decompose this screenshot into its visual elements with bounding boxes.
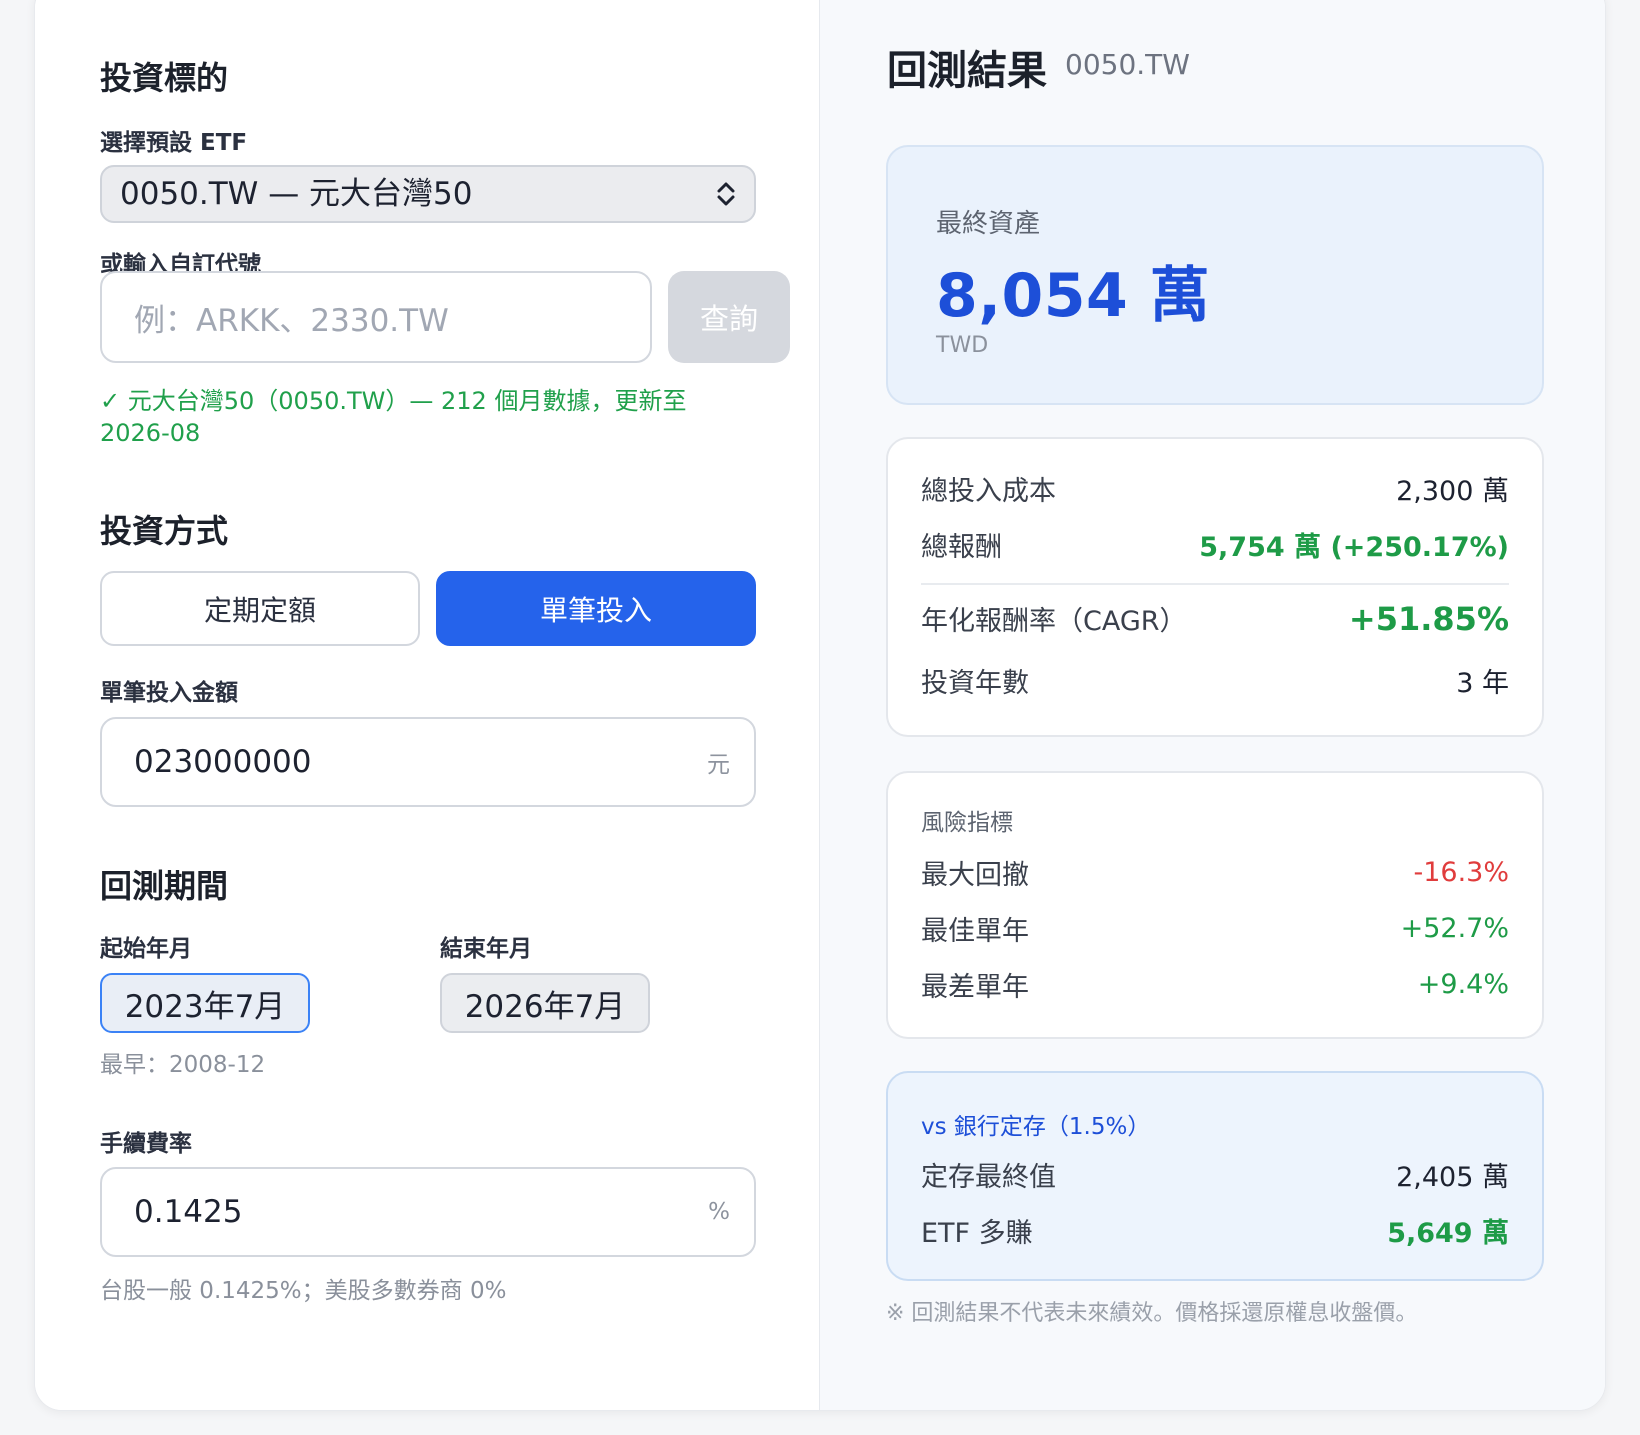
bank-final-label: 定存最終值 <box>921 1162 1056 1193</box>
years-value: 3 年 <box>1456 668 1509 699</box>
final-asset-currency: TWD <box>936 333 989 358</box>
preset-etf-label: 選擇預設 ETF <box>100 130 248 156</box>
ticker-status-message: ✓ 元大台灣50（0050.TW）— 212 個月數據，更新至 2026-08 <box>100 387 687 447</box>
best-year-row: 最佳單年 +52.7% <box>921 909 1509 948</box>
start-month-input[interactable]: 2023年7月 <box>100 973 310 1033</box>
target-section-title: 投資標的 <box>100 59 229 97</box>
etf-extra-row: ETF 多賺 5,649 萬 <box>921 1211 1509 1250</box>
etf-extra-value: 5,649 萬 <box>1387 1218 1509 1249</box>
fee-rate-value: 0.1425 <box>134 1194 243 1230</box>
custom-ticker-input[interactable]: 例：ARKK、2330.TW <box>100 271 652 363</box>
start-month-label: 起始年月 <box>100 936 192 962</box>
input-panel: 投資標的 選擇預設 ETF 0050.TW — 元大台灣50 或輸入自訂代號 例… <box>35 0 819 1410</box>
fee-unit: % <box>708 1199 730 1225</box>
preset-etf-value: 0050.TW — 元大台灣50 <box>120 176 473 212</box>
cagr-value: +51.85% <box>1348 599 1509 638</box>
custom-ticker-placeholder: 例：ARKK、2330.TW <box>134 302 449 339</box>
results-panel: 回測結果 0050.TW 最終資產 8,054 萬 TWD 總投入成本 2,30… <box>819 0 1605 1410</box>
worst-year-label: 最差單年 <box>921 972 1029 1003</box>
end-month-label: 結束年月 <box>440 936 532 962</box>
period-section-title: 回測期間 <box>100 867 229 905</box>
years-row: 投資年數 3 年 <box>921 661 1509 700</box>
preset-etf-select[interactable]: 0050.TW — 元大台灣50 <box>100 165 756 223</box>
worst-year-value: +9.4% <box>1417 969 1509 1000</box>
disclaimer-note: ※ 回測結果不代表未來績效。價格採還原權息收盤價。 <box>886 1301 1418 1326</box>
best-year-label: 最佳單年 <box>921 916 1029 947</box>
return-value: 5,754 萬 (+250.17%) <box>1199 532 1509 563</box>
risk-card: 風險指標 最大回撤 -16.3% 最佳單年 +52.7% 最差單年 +9.4% <box>886 771 1544 1039</box>
cagr-row: 年化報酬率（CAGR） +51.85% <box>921 599 1509 638</box>
final-asset-label: 最終資產 <box>936 209 1041 239</box>
lump-sum-amount-input[interactable]: 023000000 元 <box>100 717 756 807</box>
bank-comparison-card: vs 銀行定存（1.5%） 定存最終值 2,405 萬 ETF 多賺 5,649… <box>886 1071 1544 1281</box>
cost-row: 總投入成本 2,300 萬 <box>921 469 1509 508</box>
results-ticker: 0050.TW <box>1065 48 1190 81</box>
select-arrows-icon <box>717 182 735 206</box>
earliest-date-hint: 最早：2008-12 <box>100 1052 266 1078</box>
worst-year-row: 最差單年 +9.4% <box>921 965 1509 1004</box>
summary-divider <box>921 583 1509 585</box>
periodic-investment-option[interactable]: 定期定額 <box>100 571 420 646</box>
summary-card: 總投入成本 2,300 萬 總報酬 5,754 萬 (+250.17%) 年化報… <box>886 437 1544 737</box>
best-year-value: +52.7% <box>1400 913 1509 944</box>
cagr-label: 年化報酬率（CAGR） <box>921 606 1187 637</box>
backtest-card: 投資標的 選擇預設 ETF 0050.TW — 元大台灣50 或輸入自訂代號 例… <box>34 0 1606 1411</box>
results-title: 回測結果 <box>887 48 1047 94</box>
max-drawdown-label: 最大回撤 <box>921 860 1029 891</box>
fee-rate-label: 手續費率 <box>100 1131 192 1157</box>
cost-label: 總投入成本 <box>921 476 1056 507</box>
lump-sum-option[interactable]: 單筆投入 <box>436 571 756 646</box>
max-drawdown-row: 最大回撤 -16.3% <box>921 853 1509 892</box>
amount-unit: 元 <box>707 752 730 778</box>
final-asset-value: 8,054 萬 <box>936 261 1211 331</box>
etf-extra-label: ETF 多賺 <box>921 1218 1033 1249</box>
query-button[interactable]: 查詢 <box>668 271 790 363</box>
risk-title: 風險指標 <box>921 810 1013 836</box>
fee-rate-input[interactable]: 0.1425 % <box>100 1167 756 1257</box>
fee-hint: 台股一般 0.1425%；美股多數券商 0% <box>100 1278 507 1304</box>
lump-sum-amount-label: 單筆投入金額 <box>100 680 238 706</box>
return-label: 總報酬 <box>921 532 1002 563</box>
bank-final-row: 定存最終值 2,405 萬 <box>921 1155 1509 1194</box>
method-section-title: 投資方式 <box>100 512 229 550</box>
lump-sum-amount-value: 023000000 <box>134 744 312 780</box>
cost-value: 2,300 萬 <box>1396 476 1509 507</box>
bank-final-value: 2,405 萬 <box>1396 1162 1509 1193</box>
return-row: 總報酬 5,754 萬 (+250.17%) <box>921 525 1509 564</box>
end-month-input[interactable]: 2026年7月 <box>440 973 650 1033</box>
final-asset-card: 最終資產 8,054 萬 TWD <box>886 145 1544 405</box>
bank-comparison-title: vs 銀行定存（1.5%） <box>921 1114 1151 1140</box>
max-drawdown-value: -16.3% <box>1413 857 1509 888</box>
years-label: 投資年數 <box>921 668 1029 699</box>
